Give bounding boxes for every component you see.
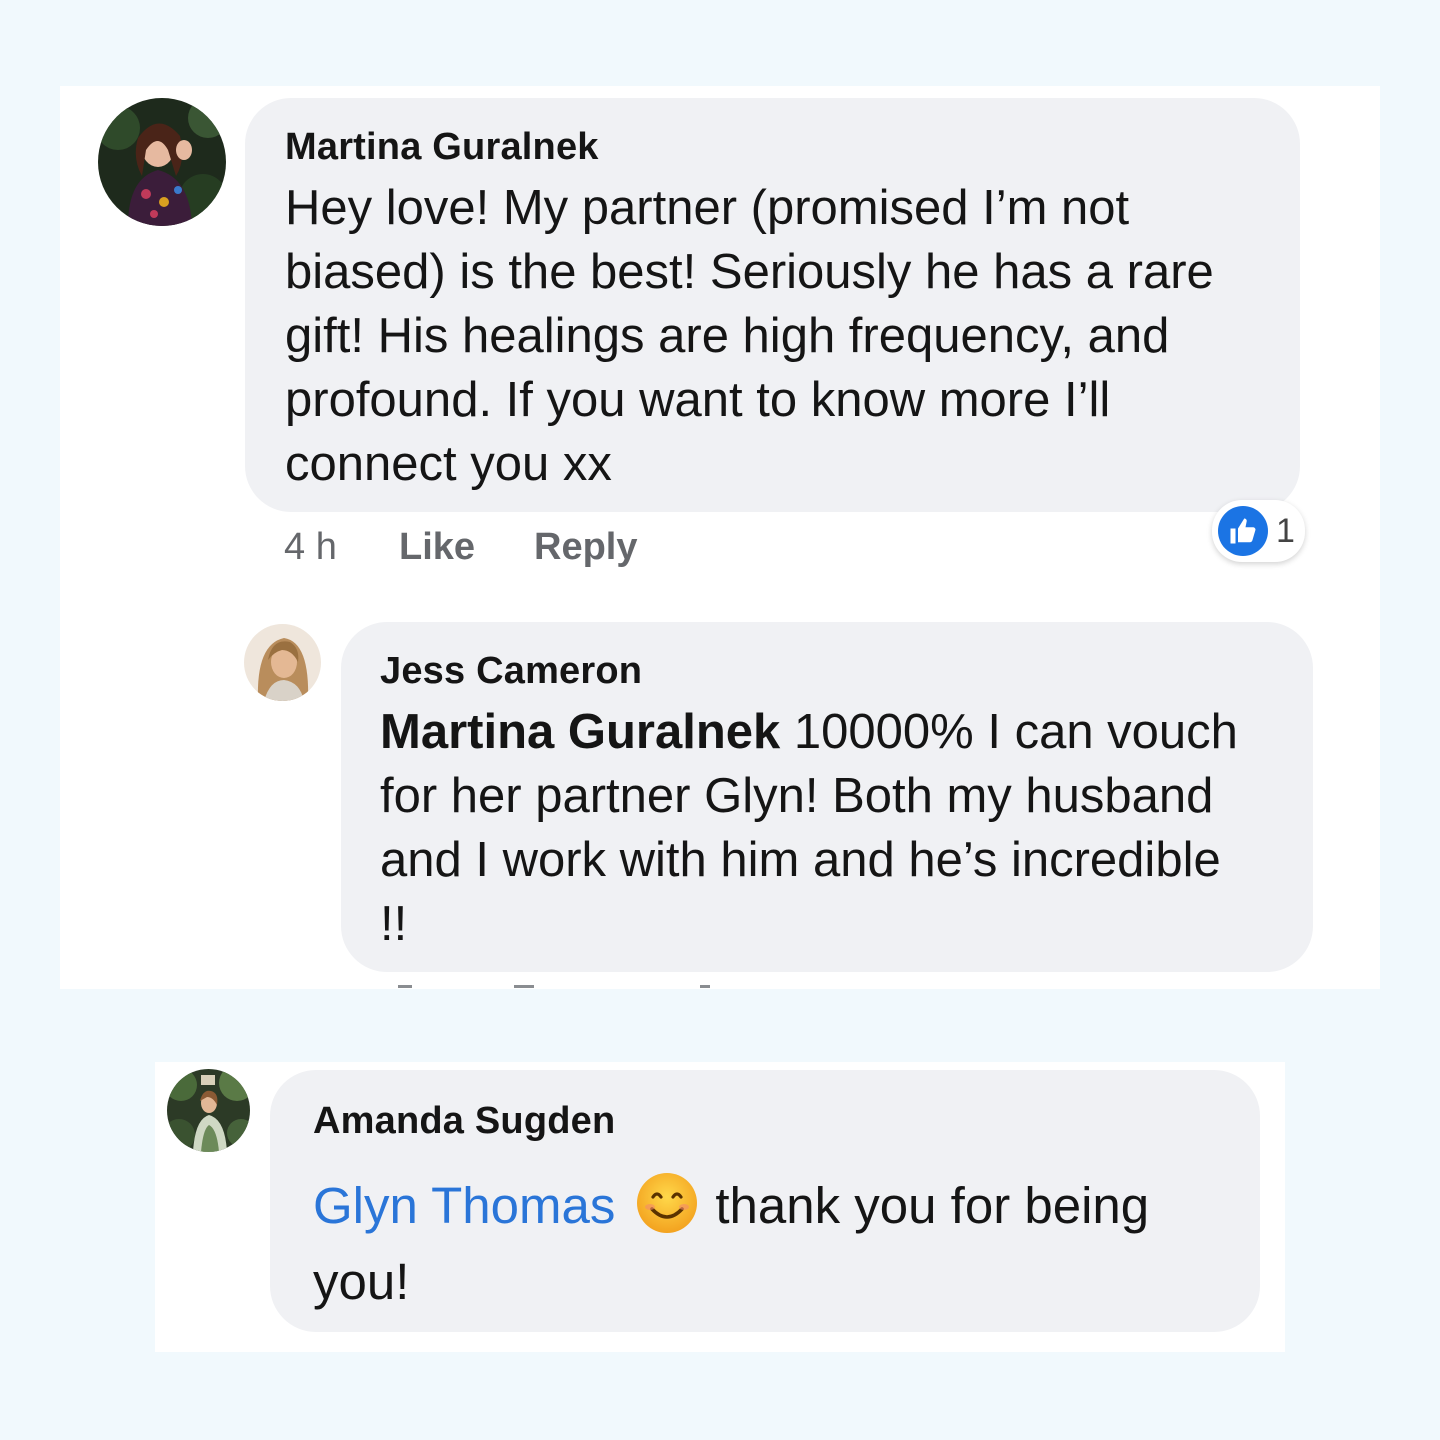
avatar-jess[interactable] (244, 624, 321, 701)
reply-button[interactable]: Reply (534, 526, 637, 569)
avatar-photo-icon (244, 624, 321, 701)
reaction-count-pill[interactable]: 1 (1212, 500, 1305, 562)
mention-link[interactable]: Glyn Thomas (313, 1177, 615, 1234)
avatar-amanda[interactable] (167, 1069, 250, 1152)
comment-line: Martina Guralnek 10000% I can vouch (380, 705, 1238, 759)
comment-line: !! (380, 897, 408, 951)
smiling-face-icon (637, 1173, 698, 1233)
comment-actions-row: 4 h Like Reply (284, 526, 784, 576)
comment-line: you! (313, 1253, 410, 1310)
comment-line: biased) is the best! Seriously he has a … (285, 245, 1214, 299)
reaction-count: 1 (1276, 511, 1295, 550)
comment-author-name[interactable]: Jess Cameron (380, 650, 642, 693)
like-button[interactable]: Like (399, 526, 475, 569)
comment-body-text: Hey love! My partner (promised I’m not b… (285, 176, 1214, 496)
comment-line: Hey love! My partner (promised I’m not (285, 181, 1130, 235)
thumbs-up-icon (1218, 506, 1268, 556)
comment-author-name[interactable]: Martina Guralnek (285, 126, 599, 169)
comment-line: for her partner Glyn! Both my husband (380, 769, 1214, 823)
mention-tag[interactable]: Martina Guralnek (380, 705, 780, 759)
comment-line: gift! His healings are high frequency, a… (285, 309, 1170, 363)
avatar-martina[interactable] (98, 98, 226, 226)
comment-timestamp[interactable]: 4 h (284, 526, 337, 569)
comment-body-text: Martina Guralnek 10000% I can vouch for … (380, 700, 1238, 956)
avatar-photo-icon (167, 1069, 250, 1152)
comment-line: and I work with him and he’s incredible (380, 833, 1221, 887)
comment-panel: Amanda Sugden Glyn Thomas thank you for … (155, 1062, 1285, 1352)
comment-line: Glyn Thomas thank you for being (313, 1168, 1149, 1244)
comment-line: connect you xx (285, 437, 612, 491)
comment-author-name[interactable]: Amanda Sugden (313, 1100, 615, 1143)
cropped-actions-row (398, 985, 710, 988)
comment-line: profound. If you want to know more I’ll (285, 373, 1111, 427)
comment-body-text: Glyn Thomas thank you for being you! (313, 1168, 1149, 1320)
comment-thread-panel: Martina Guralnek Hey love! My partner (p… (60, 86, 1380, 989)
avatar-photo-icon (98, 98, 226, 226)
